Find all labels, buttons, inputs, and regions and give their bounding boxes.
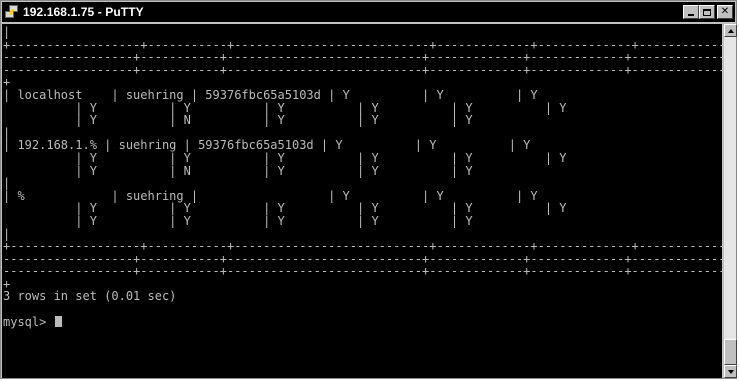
scroll-down-button[interactable] — [724, 365, 737, 378]
scroll-up-arrow-icon — [728, 29, 734, 33]
terminal-line: | Y | N | Y | Y | Y — [3, 163, 473, 178]
scrollbar-thumb[interactable] — [724, 339, 737, 365]
terminal-line: | Y | N | Y | Y | Y — [3, 113, 473, 128]
terminal-line: | Y | Y | Y | Y | Y — [3, 213, 473, 228]
terminal-line: | — [3, 25, 11, 39]
close-button[interactable]: ✕ — [717, 5, 733, 19]
window-title: 192.168.1.75 - PuTTY — [23, 5, 144, 19]
prompt-line[interactable]: mysql> — [2, 316, 722, 329]
minimize-icon — [688, 14, 694, 16]
title-bar[interactable]: 192.168.1.75 - PuTTY ✕ — [2, 2, 735, 22]
terminal-line: 3 rows in set (0.01 sec) — [3, 289, 177, 304]
terminal-line: | — [3, 176, 11, 191]
terminal-line: ------------------+-----------+---------… — [3, 264, 722, 279]
terminal-line: ------------------+-----------+---------… — [3, 62, 722, 77]
terminal-line: | Y | Y | Y | Y | Y | Y — [3, 150, 567, 165]
scroll-up-button[interactable] — [724, 24, 737, 37]
putty-window: 192.168.1.75 - PuTTY ✕ | +---------------… — [0, 0, 737, 379]
vertical-scrollbar[interactable] — [723, 24, 737, 378]
maximize-icon — [703, 8, 711, 16]
minimize-button[interactable] — [683, 5, 699, 19]
window-controls: ✕ — [683, 5, 733, 19]
terminal-line: +------------------+-----------+--------… — [3, 239, 722, 254]
terminal-line: ------------------+-----------+---------… — [3, 50, 722, 65]
terminal-output[interactable]: | +------------------+-----------+-------… — [2, 24, 722, 378]
mysql-prompt: mysql> — [3, 314, 54, 329]
scroll-down-arrow-icon — [728, 370, 734, 374]
terminal-line: | localhost | suehring | 59376fbc65a5103… — [3, 87, 538, 102]
maximize-button[interactable] — [699, 5, 715, 19]
close-icon: ✕ — [720, 6, 730, 17]
text-cursor — [54, 316, 62, 328]
putty-icon[interactable] — [5, 5, 19, 19]
terminal-lines: | +------------------+-----------+-------… — [2, 24, 722, 316]
